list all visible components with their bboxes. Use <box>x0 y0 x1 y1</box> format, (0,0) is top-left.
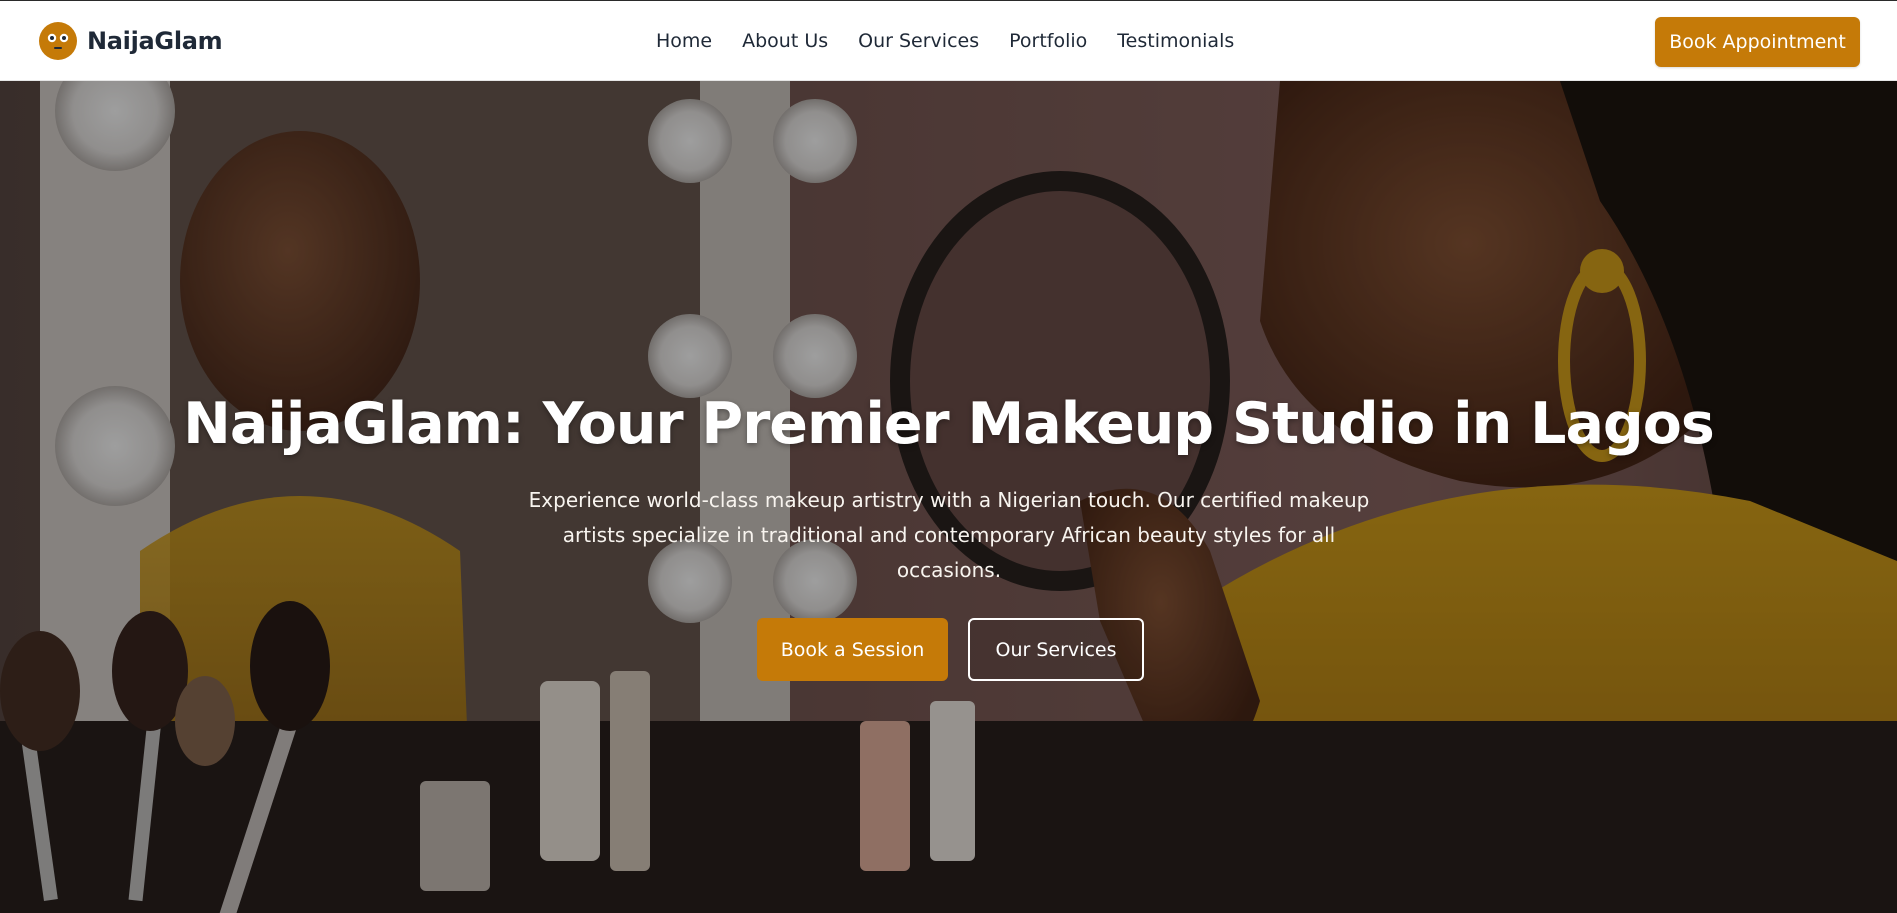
hero-section: NaijaGlam: Your Premier Makeup Studio in… <box>0 81 1897 913</box>
top-navbar: NaijaGlam Home About Us Our Services Por… <box>0 1 1897 81</box>
brand-name: NaijaGlam <box>87 27 223 55</box>
mask-face-icon <box>39 22 77 60</box>
nav-link-our-services[interactable]: Our Services <box>858 30 979 52</box>
hero-actions: Book a Session Our Services <box>757 618 1144 681</box>
main-nav: Home About Us Our Services Portfolio Tes… <box>656 1 1234 81</box>
book-appointment-button[interactable]: Book Appointment <box>1655 17 1860 67</box>
book-session-button[interactable]: Book a Session <box>757 618 948 681</box>
hero-subtitle: Experience world-class makeup artistry w… <box>528 488 1370 582</box>
nav-link-home[interactable]: Home <box>656 30 712 52</box>
nav-link-portfolio[interactable]: Portfolio <box>1009 30 1087 52</box>
nav-link-testimonials[interactable]: Testimonials <box>1117 30 1234 52</box>
brand-logo-link[interactable]: NaijaGlam <box>39 22 223 60</box>
our-services-button[interactable]: Our Services <box>968 618 1144 681</box>
hero-title: NaijaGlam: Your Premier Makeup Studio in… <box>183 391 1715 457</box>
nav-link-about-us[interactable]: About Us <box>742 30 828 52</box>
hero-content: NaijaGlam: Your Premier Makeup Studio in… <box>0 81 1897 913</box>
